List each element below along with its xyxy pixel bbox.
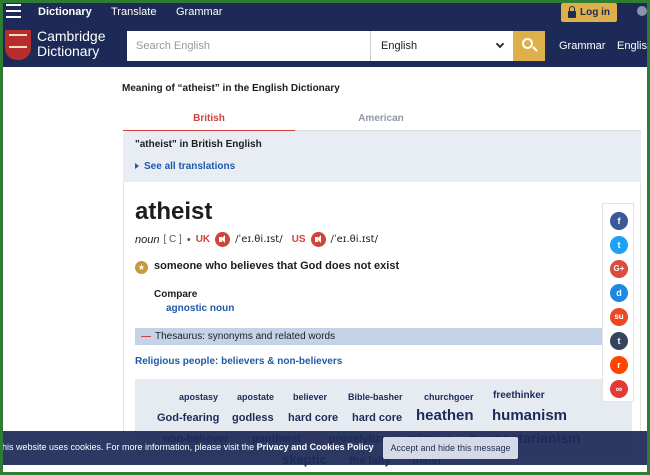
brand-line1: Cambridge (37, 28, 106, 44)
stumbleupon-icon[interactable]: su (610, 308, 628, 326)
globe-icon[interactable] (637, 6, 647, 16)
related-word[interactable]: apostate (237, 392, 274, 402)
privacy-policy-link[interactable]: Privacy and Cookies Policy (257, 442, 374, 452)
grammar-code: [ C ] (163, 234, 182, 245)
part-of-speech: noun (135, 233, 160, 246)
twitter-icon[interactable]: t (610, 236, 628, 254)
facebook-icon[interactable]: f (610, 212, 628, 230)
language-selected: English (381, 40, 418, 52)
login-label: Log in (580, 7, 610, 18)
search-button[interactable] (513, 31, 545, 61)
google-plus-icon[interactable]: G+ (610, 260, 628, 278)
thesaurus-bar[interactable]: — Thesaurus: synonyms and related words (135, 328, 632, 345)
header-link-grammar[interactable]: Grammar (559, 40, 605, 52)
nav-dictionary[interactable]: Dictionary (38, 6, 92, 18)
nav-translate[interactable]: Translate (111, 6, 156, 18)
cambridge-crest-logo[interactable] (5, 30, 31, 60)
star-icon: ★ (135, 261, 148, 274)
us-ipa: /ˈeɪ.θi.ɪst/ (330, 234, 378, 245)
search-input[interactable]: Search English (127, 31, 371, 61)
british-info-box: "atheist" in British English See all tra… (123, 131, 641, 182)
related-word[interactable]: believer (293, 392, 327, 402)
related-word[interactable]: God-fearing (157, 412, 219, 424)
cookie-message: his website uses cookies. For more infor… (2, 442, 374, 452)
social-share-bar: f t G+ d su t r ∞ (602, 203, 634, 402)
related-word[interactable]: godless (232, 412, 274, 424)
minus-icon: — (141, 331, 151, 342)
related-word[interactable]: freethinker (493, 390, 545, 401)
definition: someone who believes that God does not e… (154, 260, 400, 272)
accept-cookies-button[interactable]: Accept and hide this message (383, 437, 518, 459)
cookie-banner: his website uses cookies. For more infor… (0, 431, 650, 465)
lock-icon (568, 5, 576, 18)
link-icon[interactable]: ∞ (610, 380, 628, 398)
compare-label: Compare (154, 289, 198, 300)
site-header: Cambridge Dictionary Search English Engl… (0, 25, 650, 67)
tab-american[interactable]: American (295, 113, 467, 124)
chevron-down-icon (495, 39, 505, 49)
thesaurus-label: Thesaurus: synonyms and related words (155, 331, 336, 342)
related-word[interactable]: heathen (416, 407, 474, 424)
delicious-icon[interactable]: d (610, 284, 628, 302)
related-word[interactable]: hard core (288, 412, 338, 424)
related-word[interactable]: churchgoer (424, 392, 474, 402)
uk-ipa: /ˈeɪ.θi.ɪst/ (235, 234, 283, 245)
dictionary-tabs: British American (123, 110, 641, 132)
reddit-icon[interactable]: r (610, 356, 628, 374)
top-nav-bar: Dictionary Translate Grammar Log in (0, 0, 650, 25)
us-label: US (291, 234, 306, 245)
hamburger-menu-icon[interactable] (6, 4, 21, 19)
headword: atheist (135, 198, 213, 225)
tumblr-icon[interactable]: t (610, 332, 628, 350)
related-word[interactable]: Bible-basher (348, 392, 403, 402)
related-word[interactable]: humanism (492, 407, 567, 424)
british-heading: "atheist" in British English (135, 139, 262, 150)
login-button[interactable]: Log in (561, 3, 617, 22)
related-word[interactable]: hard core (352, 412, 402, 424)
compare-link[interactable]: agnostic noun (166, 303, 234, 314)
brand-line2: Dictionary (37, 43, 100, 59)
uk-audio-speaker-icon[interactable] (215, 232, 231, 247)
related-word[interactable]: apostasy (179, 392, 218, 402)
page-title: Meaning of “atheist” in the English Dict… (122, 83, 340, 94)
related-heading-link[interactable]: Religious people: believers & non-believ… (135, 356, 342, 367)
nav-grammar[interactable]: Grammar (176, 6, 222, 18)
brand-logo-text[interactable]: Cambridge Dictionary (37, 29, 105, 59)
see-translations-link[interactable]: See all translations (135, 161, 235, 172)
pos-pronunciation-line: noun [ C ] • UK /ˈeɪ.θi.ɪst/ US /ˈeɪ.θi.… (135, 232, 378, 247)
language-select[interactable]: English (371, 31, 513, 61)
arrow-right-icon (135, 163, 139, 169)
header-link-english[interactable]: Englis (617, 40, 647, 52)
uk-label: UK (195, 234, 211, 245)
tab-british[interactable]: British (123, 113, 295, 132)
us-audio-speaker-icon[interactable] (310, 232, 326, 247)
